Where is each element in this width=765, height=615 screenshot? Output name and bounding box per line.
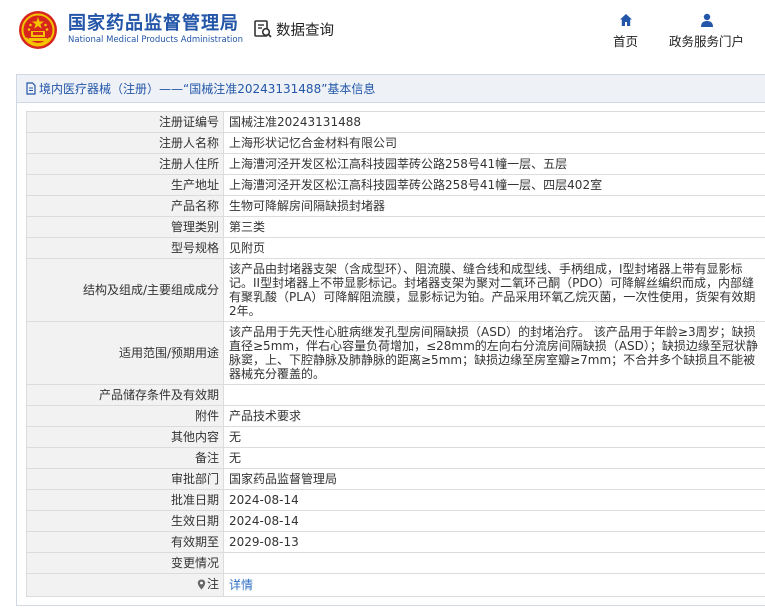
brand-subtitle: National Medical Products Administration [68, 35, 243, 45]
field-label: 注册证编号 [26, 111, 224, 133]
home-icon [619, 14, 632, 26]
field-value: 国械注准20243131488 [223, 111, 765, 133]
field-label: 审批部门 [26, 468, 224, 490]
field-value: 2024-08-14 [223, 489, 765, 511]
breadcrumb: 境内医疗器械（注册）——“国械注准20243131488”基本信息 [17, 75, 765, 103]
field-label: 附件 [26, 405, 224, 427]
table-row: 其他内容无 [26, 426, 765, 448]
table-row: 注册人名称 上海形状记忆合金材料有限公司 [26, 132, 765, 154]
field-label: 注册人住所 [26, 153, 224, 175]
field-label: 生效日期 [26, 510, 224, 532]
field-label: 型号规格 [26, 237, 224, 259]
nav-gov-portal-label: 政务服务门户 [669, 34, 745, 49]
details-link[interactable]: 详情 [229, 578, 253, 592]
field-value: 产品技术要求 [223, 405, 765, 427]
field-value: 2024-08-14 [223, 510, 765, 532]
table-row: 备注无 [26, 447, 765, 469]
table-row: 变更情况 [26, 552, 765, 574]
note-value-cell: 详情 [223, 573, 765, 597]
field-value: 该产品由封堵器支架（含成型环）、阻流膜、缝合线和成型线、手柄组成，I型封堵器上带… [223, 258, 765, 322]
note-label-cell: 注 [26, 573, 224, 597]
field-label: 批准日期 [26, 489, 224, 511]
note-label: 注 [206, 577, 219, 591]
field-value: 无 [223, 447, 765, 469]
document-icon [26, 82, 36, 95]
field-label: 管理类别 [26, 216, 224, 238]
table-row: 审批部门 国家药品监督管理局 [26, 468, 765, 490]
field-value [223, 384, 765, 406]
field-value: 2029-08-13 [223, 531, 765, 553]
data-query-link[interactable]: 数据查询 [252, 17, 334, 41]
breadcrumb-text: 境内医疗器械（注册）——“国械注准20243131488”基本信息 [39, 82, 376, 96]
national-emblem-icon[interactable] [18, 8, 58, 52]
registration-info-table: 注册证编号 国械注准20243131488 注册人名称 上海形状记忆合金材料有限公司… [26, 111, 765, 597]
field-value: 上海形状记忆合金材料有限公司 [223, 132, 765, 154]
table-row: 有效期至 2029-08-13 [26, 531, 765, 553]
field-label: 注册人名称 [26, 132, 224, 154]
document-search-icon [254, 20, 272, 38]
table-row: 适用范围/预期用途 该产品用于先天性心脏病继发孔型房间隔缺损（ASD）的封堵治疗。… [26, 321, 765, 385]
nav-home-label: 首页 [613, 34, 639, 49]
field-label: 结构及组成/主要组成成分 [26, 258, 224, 322]
field-label: 生产地址 [26, 174, 224, 196]
field-label: 适用范围/预期用途 [26, 321, 224, 385]
table-row: 产品名称 生物可降解房间隔缺损封堵器 [26, 195, 765, 217]
field-value: 无 [223, 426, 765, 448]
field-value: 上海漕河泾开发区松江高科技园莘砖公路258号41幢一层、五层 [223, 153, 765, 175]
table-row: 结构及组成/主要组成成分 该产品由封堵器支架（含成型环）、阻流膜、缝合线和成型线、… [26, 258, 765, 322]
nav-home[interactable]: 首页 [613, 12, 638, 50]
field-label: 产品名称 [26, 195, 224, 217]
table-row: 生产地址 上海漕河泾开发区松江高科技园莘砖公路258号41幢一层、四层402室 [26, 174, 765, 196]
nav-gov-portal[interactable]: 政务服务门户 [669, 12, 744, 50]
field-label: 备注 [26, 447, 224, 469]
field-value: 见附页 [223, 237, 765, 259]
field-value: 上海漕河泾开发区松江高科技园莘砖公路258号41幢一层、四层402室 [223, 174, 765, 196]
field-value: 该产品用于先天性心脏病继发孔型房间隔缺损（ASD）的封堵治疗。 该产品用于年龄≥… [223, 321, 765, 385]
field-value: 国家药品监督管理局 [223, 468, 765, 490]
table-row: 附件 产品技术要求 [26, 405, 765, 427]
field-label: 有效期至 [26, 531, 224, 553]
field-label: 变更情况 [26, 552, 224, 574]
field-value: 第三类 [223, 216, 765, 238]
table-row: 产品储存条件及有效期 [26, 384, 765, 406]
table-row: 生效日期 2024-08-14 [26, 510, 765, 532]
brand-title: 国家药品监督管理局 [68, 13, 239, 34]
table-row: 型号规格 见附页 [26, 237, 765, 259]
field-value: 生物可降解房间隔缺损封堵器 [223, 195, 765, 217]
field-label: 其他内容 [26, 426, 224, 448]
detail-panel: 境内医疗器械（注册）——“国械注准20243131488”基本信息 注册证编号国… [16, 74, 765, 606]
map-pin-icon [197, 579, 206, 589]
table-row: 注册人住所 上海漕河泾开发区松江高科技园莘砖公路258号41幢一层、五层 [26, 153, 765, 175]
field-label: 产品储存条件及有效期 [26, 384, 224, 406]
table-row: 注 详情 [26, 573, 765, 597]
table-row: 批准日期 2024-08-14 [26, 489, 765, 511]
data-query-label: 数据查询 [276, 22, 334, 39]
field-value [223, 552, 765, 574]
site-header: 国家药品监督管理局 National Medical Products Admi… [0, 0, 765, 62]
table-row: 管理类别 第三类 [26, 216, 765, 238]
table-row: 注册证编号 国械注准20243131488 [26, 111, 765, 133]
user-icon [700, 13, 713, 27]
